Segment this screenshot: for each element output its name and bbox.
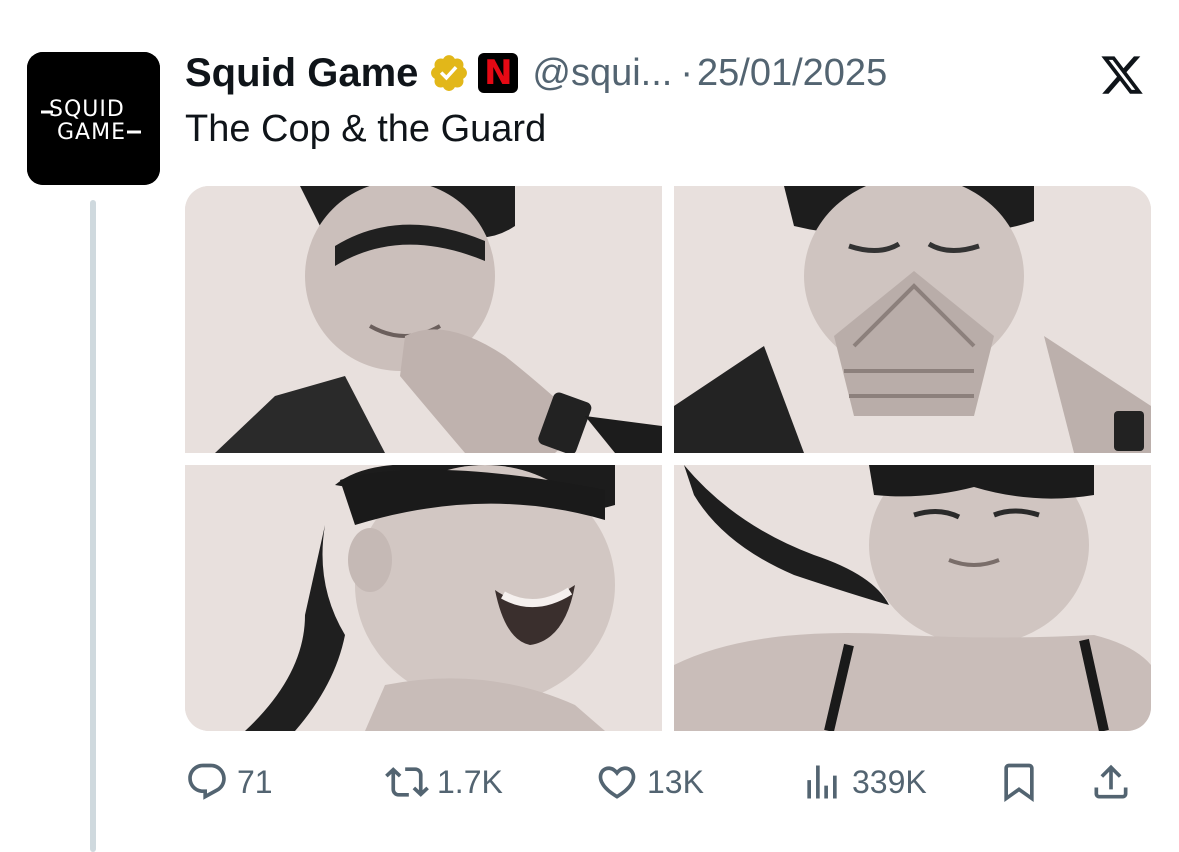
bookmark-icon [1004,763,1034,803]
avatar-logo-line2: GAME [57,120,126,145]
retweet-icon [385,767,429,797]
like-count: 13K [647,763,704,800]
user-handle[interactable]: @squi... [532,52,672,95]
squid-game-logo: SQUID GAME [27,52,160,185]
reply-icon [188,763,226,800]
tweet-text: The Cop & the Guard [185,108,547,150]
retweet-count: 1.7K [437,763,503,800]
verified-badge-icon[interactable] [428,52,470,94]
media-photo-1[interactable] [185,186,662,453]
thread-line [90,200,96,852]
media-photo-2[interactable] [674,186,1151,453]
separator-dot: · [680,51,694,94]
account-avatar[interactable]: SQUID GAME [27,52,160,185]
retweet-button[interactable]: 1.7K [385,755,503,809]
views-button[interactable]: 339K [800,755,927,809]
netflix-n-icon: N [478,53,519,93]
avatar-logo-line1: SQUID [49,97,125,122]
media-photo-3[interactable] [185,465,662,731]
tweet-actions: 71 1.7K 13K 339K [185,755,1151,809]
media-grid [185,186,1151,731]
like-button[interactable]: 13K [595,755,704,809]
views-count: 339K [852,763,927,800]
reply-count: 71 [237,763,273,800]
share-icon [1094,764,1128,799]
media-photo-4[interactable] [674,465,1151,731]
reply-button[interactable]: 71 [185,755,273,809]
views-icon [807,765,837,799]
tweet-date[interactable]: 25/01/2025 [697,52,887,95]
display-name[interactable]: Squid Game [185,51,418,96]
bookmark-button[interactable] [997,755,1041,809]
share-button[interactable] [1089,755,1133,809]
x-logo-icon [1097,52,1147,98]
heart-icon [598,766,636,799]
tweet-header: Squid Game N @squi... · 25/01/2025 [185,48,887,98]
